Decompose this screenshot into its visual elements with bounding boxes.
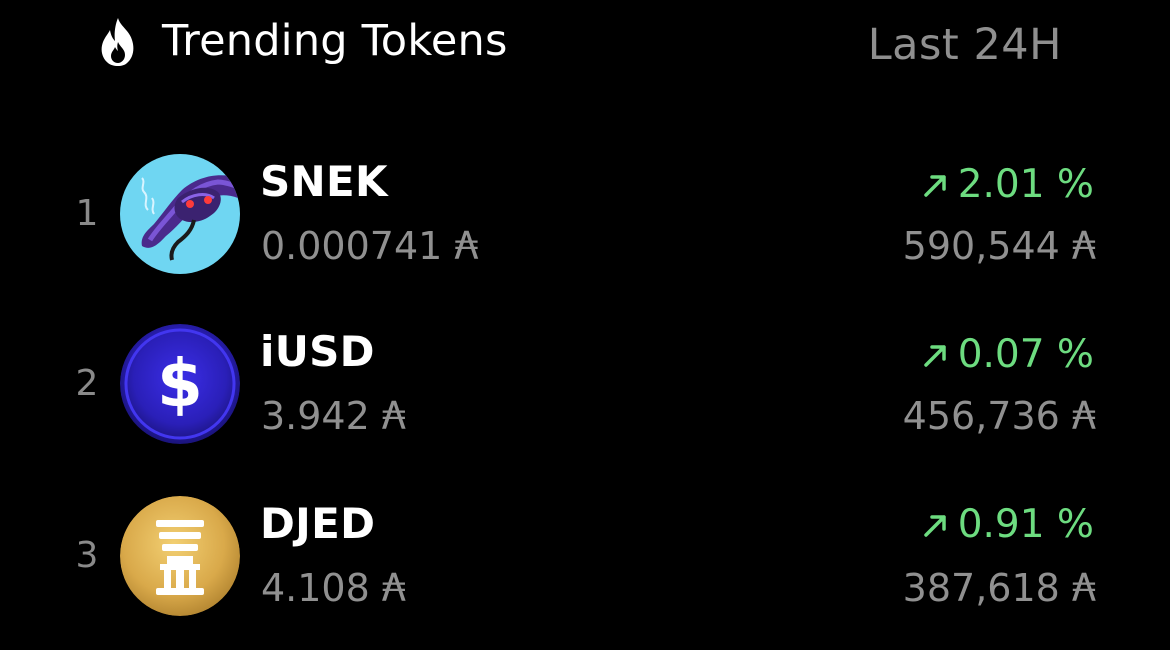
token-price: 4.108 ₳ [261, 564, 406, 612]
trend-up-arrow-icon [923, 345, 946, 367]
token-price-value: 4.108 [261, 566, 370, 610]
token-volume-value: 590,544 [902, 224, 1060, 268]
flame-icon [101, 18, 134, 66]
price-change: 0.91 % [922, 500, 1094, 550]
ada-currency-symbol: ₳ [381, 566, 406, 610]
token-rank: 1 [75, 193, 99, 234]
token-row-djed[interactable]: 3 DJED 4.108 ₳ 0.91 % 387,618 ₳ [0, 490, 1170, 640]
price-change: 0.07 % [922, 330, 1094, 380]
token-volume: 456,736 ₳ [903, 392, 1096, 440]
token-row-snek[interactable]: 1 SNEK 0.000741 ₳ 2.01 % 590,544 ₳ [0, 150, 1170, 300]
ada-currency-symbol: ₳ [381, 394, 406, 438]
ada-currency-symbol: ₳ [454, 224, 479, 268]
ada-currency-symbol: ₳ [1071, 394, 1096, 438]
trend-up-arrow-icon [923, 515, 946, 537]
time-period-label[interactable]: Last 24H [868, 18, 1062, 72]
trend-up-arrow-icon [923, 175, 946, 197]
token-price-value: 3.942 [261, 394, 370, 438]
token-volume: 590,544 ₳ [903, 222, 1096, 270]
trending-header: Trending Tokens Last 24H [0, 0, 1170, 90]
token-symbol: SNEK [260, 157, 388, 206]
snek-logo [120, 154, 240, 274]
token-rank: 2 [75, 363, 99, 404]
token-volume-value: 456,736 [902, 394, 1060, 438]
token-volume-value: 387,618 [902, 566, 1060, 610]
token-price: 0.000741 ₳ [261, 222, 479, 270]
price-change-value: 2.01 % [957, 162, 1094, 207]
price-change: 2.01 % [922, 160, 1094, 210]
svg-text:$: $ [157, 345, 203, 422]
token-row-iusd[interactable]: 2 $ iUSD 3.942 ₳ 0.07 % 456,736 ₳ [0, 320, 1170, 470]
djed-pillar-logo [120, 496, 240, 616]
token-price-value: 0.000741 [261, 224, 443, 268]
token-volume: 387,618 ₳ [903, 564, 1096, 612]
price-change-value: 0.91 % [957, 502, 1094, 547]
token-rank: 3 [75, 535, 99, 576]
token-price: 3.942 ₳ [261, 392, 406, 440]
iusd-dollar-logo: $ [120, 324, 240, 444]
section-title: Trending Tokens [162, 16, 508, 66]
ada-currency-symbol: ₳ [1071, 566, 1096, 610]
price-change-value: 0.07 % [957, 332, 1094, 377]
token-symbol: iUSD [260, 327, 375, 376]
ada-currency-symbol: ₳ [1071, 224, 1096, 268]
token-symbol: DJED [260, 499, 376, 548]
